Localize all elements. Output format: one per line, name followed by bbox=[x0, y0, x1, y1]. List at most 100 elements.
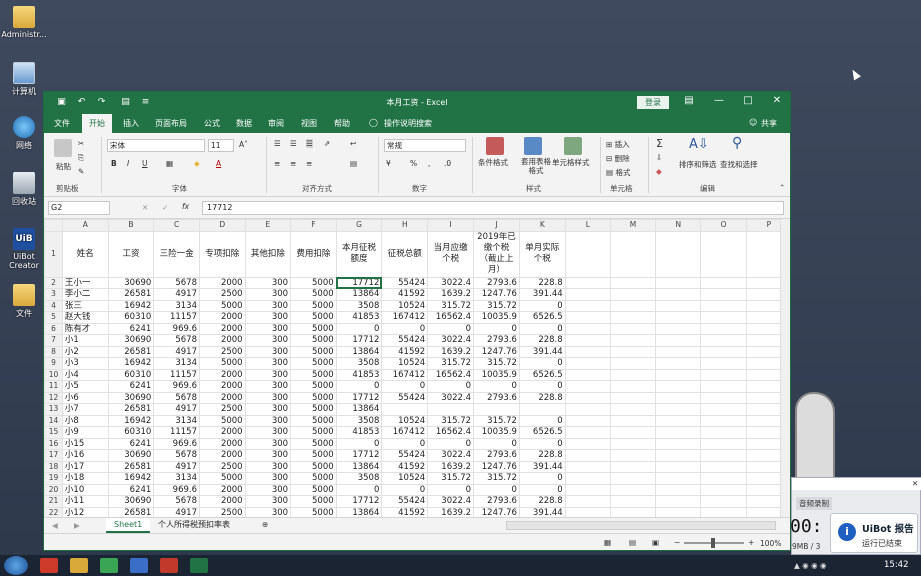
row-header[interactable]: 22 bbox=[44, 506, 63, 517]
cell[interactable]: 41592 bbox=[381, 345, 429, 358]
cell[interactable]: 0 bbox=[381, 380, 429, 393]
add-sheet-icon[interactable]: ⊕ bbox=[262, 520, 268, 529]
cell[interactable] bbox=[564, 426, 611, 439]
cell[interactable]: 300 bbox=[244, 345, 292, 358]
row-header[interactable]: 18 bbox=[44, 460, 63, 473]
cell[interactable]: 0 bbox=[518, 299, 566, 312]
cell[interactable] bbox=[609, 276, 657, 289]
insert-cells-button[interactable]: ⊞ 插入 bbox=[606, 139, 630, 150]
conditional-format-icon[interactable] bbox=[486, 137, 504, 155]
zoom-level[interactable]: 100% bbox=[760, 539, 781, 548]
vertical-scrollbar[interactable] bbox=[780, 219, 790, 517]
cell[interactable]: 969.6 bbox=[153, 437, 200, 450]
orientation-icon[interactable]: ⇗ bbox=[324, 139, 330, 148]
cell[interactable] bbox=[700, 334, 747, 347]
cell[interactable]: 0 bbox=[427, 437, 475, 450]
grow-font-icon[interactable]: A˄ bbox=[239, 140, 248, 149]
row-header[interactable]: 8 bbox=[44, 345, 63, 358]
column-header[interactable]: J bbox=[473, 219, 520, 232]
cell[interactable]: 5000 bbox=[290, 449, 337, 462]
cell[interactable]: 3134 bbox=[153, 299, 200, 312]
cell[interactable]: 小16 bbox=[61, 449, 109, 462]
fill-color-icon[interactable]: ◈ bbox=[194, 159, 200, 168]
tab-help[interactable]: 帮助 bbox=[334, 118, 350, 129]
cell[interactable] bbox=[700, 357, 747, 370]
cell[interactable]: 1247.76 bbox=[473, 345, 520, 358]
cell[interactable] bbox=[564, 460, 611, 473]
cell[interactable] bbox=[609, 449, 657, 462]
align-top-icon[interactable]: ☰ bbox=[274, 139, 281, 148]
cell[interactable]: 5000 bbox=[199, 357, 246, 370]
cell[interactable]: 55424 bbox=[381, 391, 429, 404]
cell[interactable] bbox=[700, 460, 747, 473]
cell[interactable]: 2793.6 bbox=[473, 449, 520, 462]
cell[interactable]: 315.72 bbox=[427, 472, 475, 485]
header-cell[interactable] bbox=[564, 230, 611, 278]
cell[interactable] bbox=[700, 380, 747, 393]
cell[interactable]: 26581 bbox=[107, 460, 155, 473]
cell[interactable]: 10035.9 bbox=[473, 368, 520, 381]
cell[interactable]: 26581 bbox=[107, 288, 155, 301]
cell[interactable]: 5000 bbox=[290, 299, 337, 312]
cell[interactable]: 3022.4 bbox=[427, 495, 475, 508]
cancel-icon[interactable]: ✕ bbox=[142, 203, 148, 212]
header-cell[interactable]: 姓名 bbox=[61, 230, 109, 278]
page-break-view-icon[interactable]: ▣ bbox=[652, 538, 659, 547]
cell[interactable]: 41592 bbox=[381, 288, 429, 301]
cell[interactable] bbox=[564, 357, 611, 370]
cell[interactable]: 0 bbox=[381, 483, 429, 496]
cell[interactable]: 300 bbox=[244, 483, 292, 496]
cell[interactable] bbox=[564, 495, 611, 508]
column-header[interactable]: O bbox=[700, 219, 747, 232]
cell[interactable] bbox=[564, 368, 611, 381]
cell[interactable]: 13864 bbox=[335, 288, 383, 301]
cell[interactable]: 5000 bbox=[290, 357, 337, 370]
cell[interactable]: 2000 bbox=[199, 322, 246, 335]
cell[interactable]: 6241 bbox=[107, 380, 155, 393]
cell[interactable]: 赵大钱 bbox=[61, 311, 109, 324]
cell[interactable]: 16942 bbox=[107, 472, 155, 485]
cell[interactable]: 3508 bbox=[335, 357, 383, 370]
align-right-icon[interactable]: ≡ bbox=[306, 159, 312, 168]
cell[interactable]: 0 bbox=[473, 322, 520, 335]
cell[interactable]: 55424 bbox=[381, 276, 429, 289]
row-header[interactable]: 7 bbox=[44, 334, 63, 347]
cell[interactable] bbox=[700, 449, 747, 462]
cell[interactable]: 小12 bbox=[61, 506, 109, 517]
cell[interactable]: 5000 bbox=[290, 483, 337, 496]
zoom-in-icon[interactable]: + bbox=[748, 538, 754, 547]
cell[interactable]: 小4 bbox=[61, 368, 109, 381]
cell[interactable]: 5678 bbox=[153, 276, 200, 289]
cell[interactable]: 0 bbox=[427, 483, 475, 496]
cell[interactable]: 5000 bbox=[290, 288, 337, 301]
cell[interactable]: 5678 bbox=[153, 391, 200, 404]
cell[interactable]: 1639.2 bbox=[427, 506, 475, 517]
cell[interactable]: 5000 bbox=[290, 437, 337, 450]
align-middle-icon[interactable]: ☰ bbox=[290, 139, 297, 148]
cell[interactable] bbox=[655, 276, 702, 289]
cell[interactable] bbox=[609, 437, 657, 450]
cell[interactable]: 0 bbox=[335, 380, 383, 393]
cell[interactable]: 5000 bbox=[290, 472, 337, 485]
cell[interactable] bbox=[655, 299, 702, 312]
cell[interactable] bbox=[655, 495, 702, 508]
explorer-icon[interactable] bbox=[70, 558, 88, 573]
cell[interactable]: 11157 bbox=[153, 311, 200, 324]
cell[interactable]: 55424 bbox=[381, 449, 429, 462]
cell[interactable] bbox=[655, 334, 702, 347]
row-header[interactable]: 4 bbox=[44, 299, 63, 312]
tray-icons[interactable]: ▲ ◉ ◉ ◉ bbox=[794, 561, 827, 570]
cell[interactable]: 5000 bbox=[290, 391, 337, 404]
cell[interactable]: 60310 bbox=[107, 426, 155, 439]
cell[interactable]: 小6 bbox=[61, 391, 109, 404]
app-icon-1[interactable] bbox=[40, 558, 58, 573]
cell[interactable] bbox=[609, 345, 657, 358]
cell[interactable] bbox=[473, 403, 520, 416]
cell[interactable]: 17712 bbox=[335, 391, 383, 404]
column-header[interactable]: N bbox=[655, 219, 702, 232]
cell[interactable]: 0 bbox=[381, 322, 429, 335]
cell[interactable] bbox=[564, 334, 611, 347]
cell[interactable]: 陈有才 bbox=[61, 322, 109, 335]
cell[interactable]: 5000 bbox=[290, 345, 337, 358]
cell[interactable]: 300 bbox=[244, 506, 292, 517]
